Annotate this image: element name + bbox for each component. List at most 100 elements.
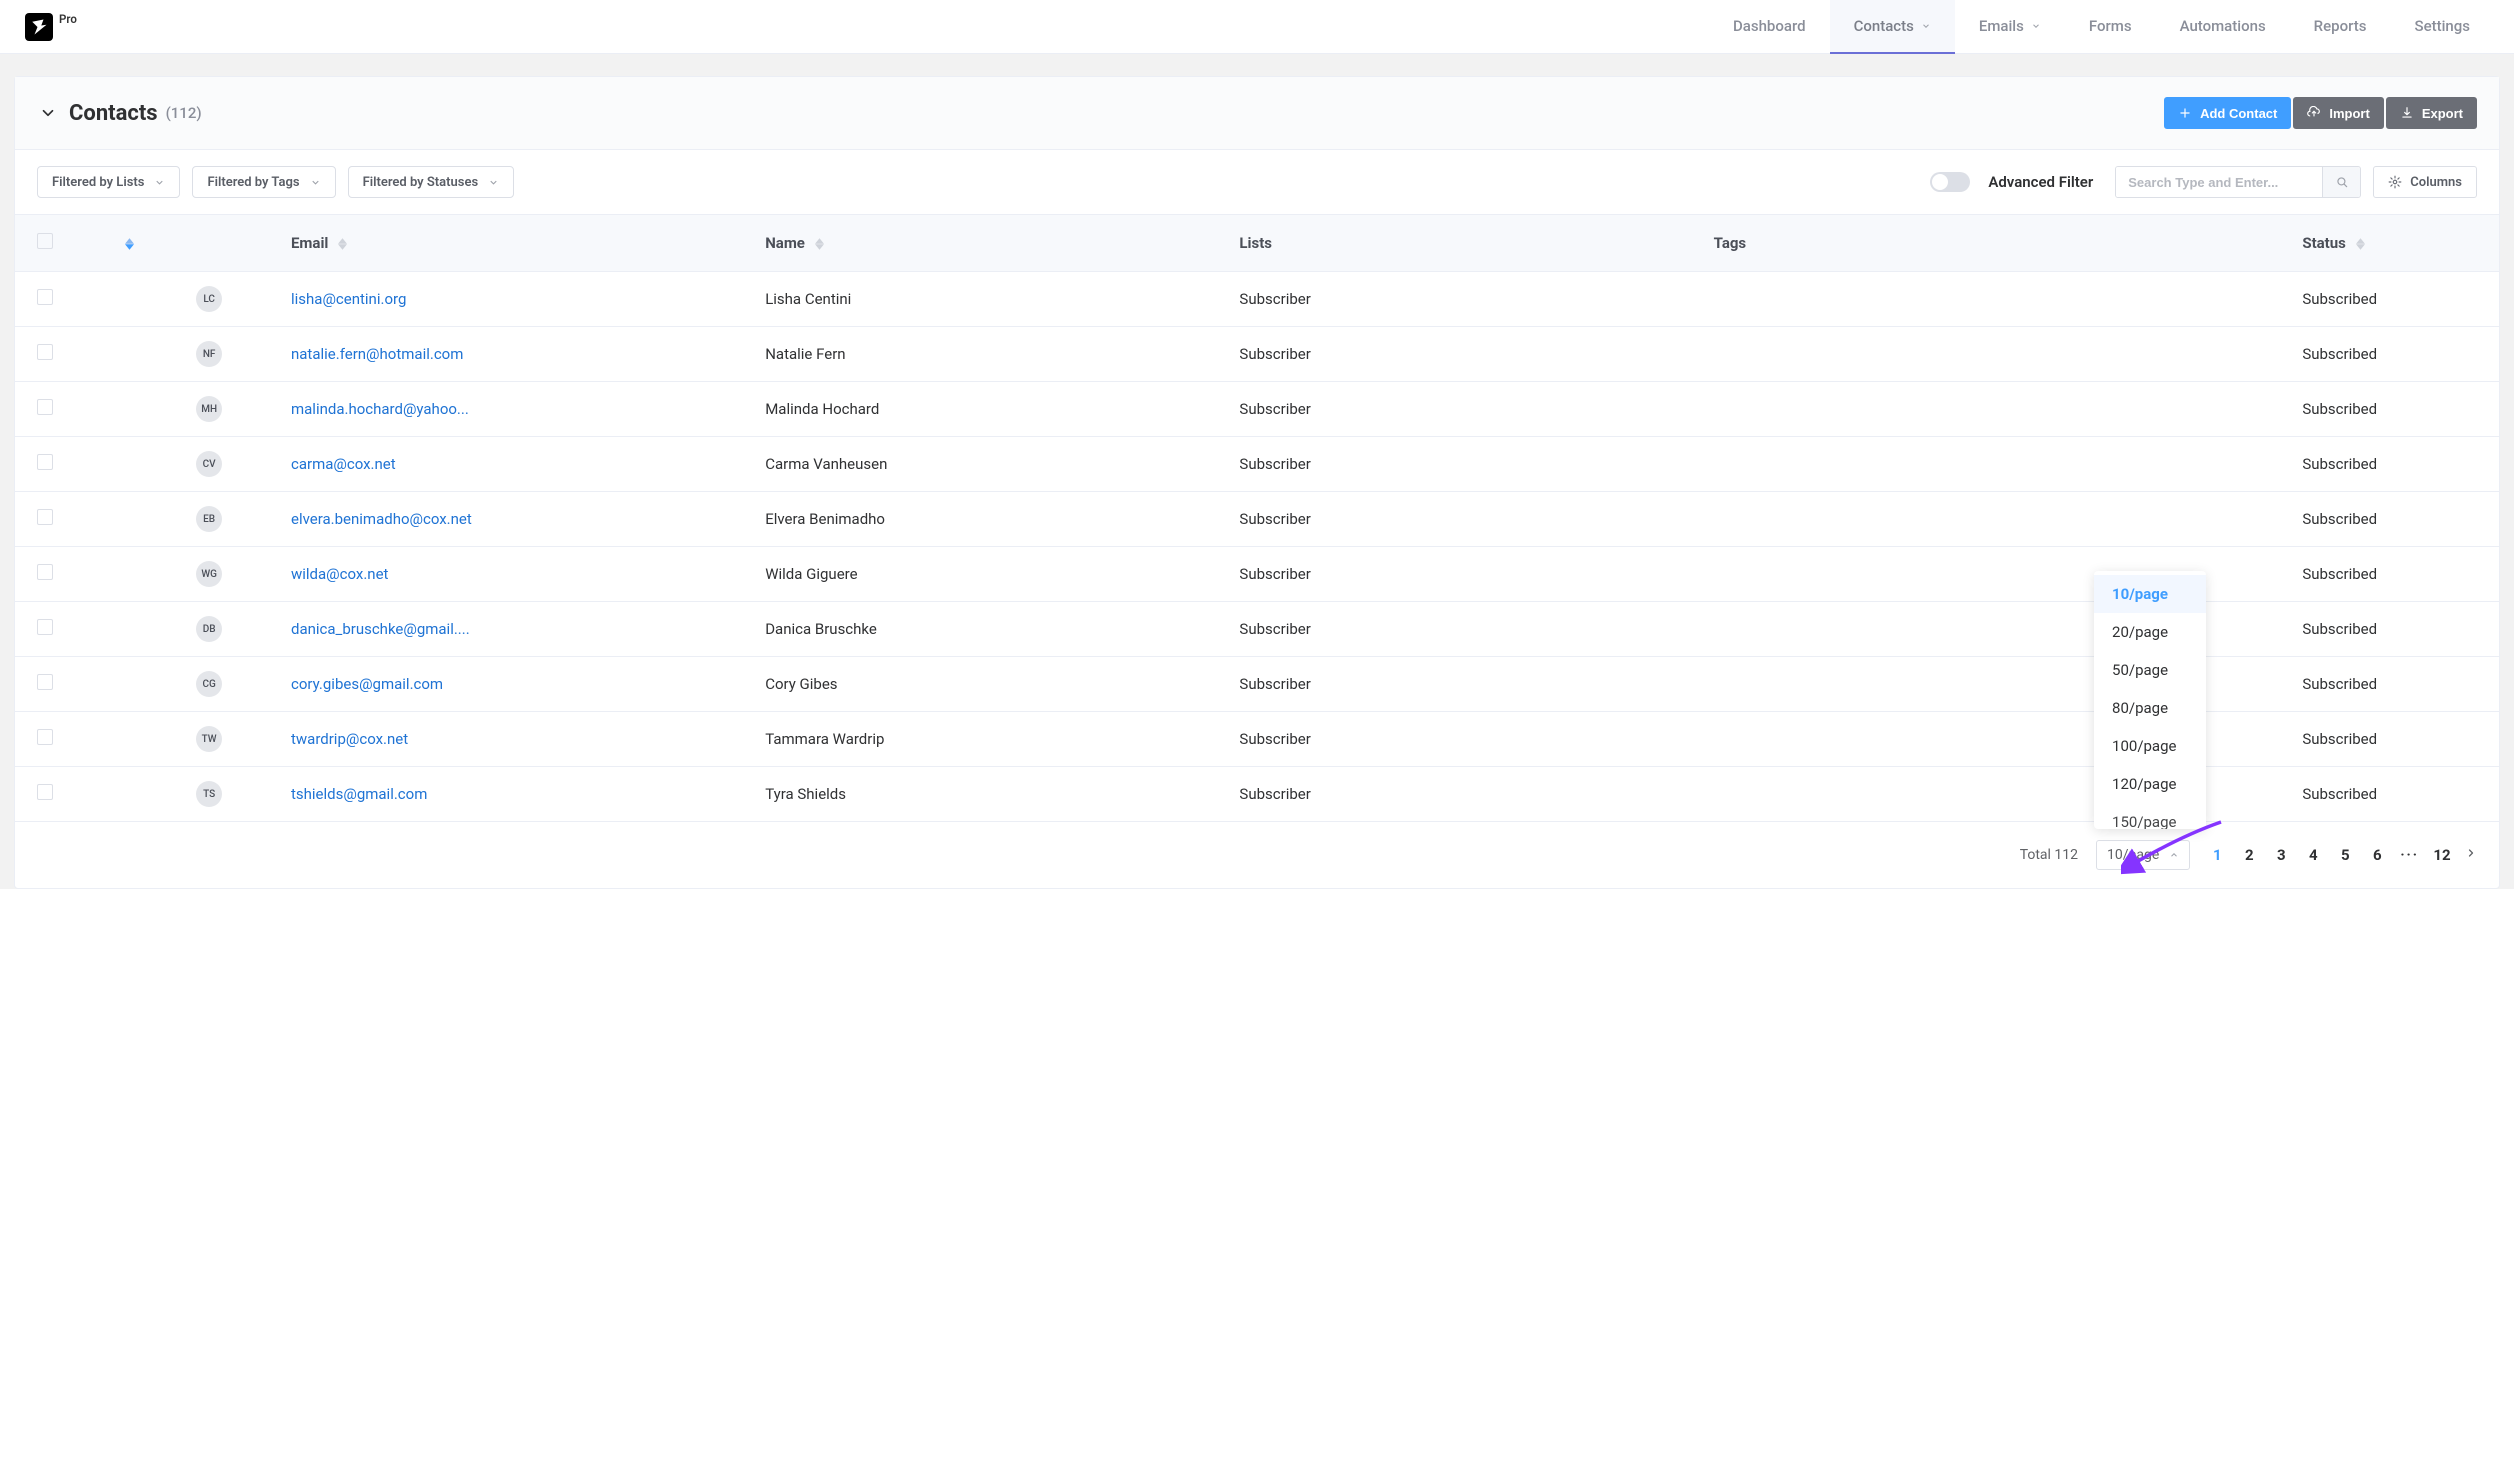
status-cell: Subscribed (2286, 437, 2499, 492)
tags-cell (1698, 382, 2287, 437)
filter-statuses[interactable]: Filtered by Statuses (348, 166, 515, 198)
import-button[interactable]: Import (2293, 97, 2383, 129)
row-checkbox[interactable] (37, 784, 53, 800)
logo-badge: Pro (59, 12, 77, 26)
row-checkbox[interactable] (37, 344, 53, 360)
lists-cell: Subscriber (1223, 657, 1697, 712)
lists-cell: Subscriber (1223, 272, 1697, 327)
name-cell: Lisha Centini (749, 272, 1223, 327)
nav-item-dashboard[interactable]: Dashboard (1709, 0, 1830, 54)
row-checkbox[interactable] (37, 674, 53, 690)
chevron-down-icon (488, 177, 499, 188)
email-link[interactable]: twardrip@cox.net (291, 730, 408, 748)
page-number[interactable]: 2 (2240, 846, 2258, 864)
sort-column[interactable] (103, 215, 180, 272)
column-status[interactable]: Status (2286, 215, 2499, 272)
chevron-down-icon (310, 177, 321, 188)
email-link[interactable]: natalie.fern@hotmail.com (291, 345, 463, 363)
page-number[interactable]: 6 (2368, 846, 2386, 864)
lists-cell: Subscriber (1223, 602, 1697, 657)
search-input[interactable] (2116, 167, 2322, 197)
row-checkbox[interactable] (37, 509, 53, 525)
row-checkbox[interactable] (37, 289, 53, 305)
header-actions: Add Contact Import Export (2164, 97, 2477, 129)
nav-item-emails[interactable]: Emails (1955, 0, 2065, 54)
page-size-option[interactable]: 120/page (2094, 765, 2206, 803)
status-cell: Subscribed (2286, 657, 2499, 712)
column-tags-label: Tags (1714, 234, 1747, 252)
name-cell: Elvera Benimadho (749, 492, 1223, 547)
chevron-right-icon (2465, 847, 2477, 859)
row-checkbox[interactable] (37, 399, 53, 415)
email-link[interactable]: carma@cox.net (291, 455, 396, 473)
tags-cell (1698, 437, 2287, 492)
name-cell: Danica Bruschke (749, 602, 1223, 657)
name-cell: Tammara Wardrip (749, 712, 1223, 767)
page-number[interactable]: 3 (2272, 846, 2290, 864)
columns-button[interactable]: Columns (2373, 166, 2477, 198)
column-name[interactable]: Name (749, 215, 1223, 272)
columns-label: Columns (2410, 175, 2462, 190)
filter-lists[interactable]: Filtered by Lists (37, 166, 180, 198)
page-size-option[interactable]: 50/page (2094, 651, 2206, 689)
page-size-option[interactable]: 20/page (2094, 613, 2206, 651)
column-email[interactable]: Email (275, 215, 749, 272)
row-checkbox[interactable] (37, 564, 53, 580)
nav-item-forms[interactable]: Forms (2065, 0, 2156, 54)
page-next[interactable] (2465, 847, 2477, 863)
advanced-filter-toggle[interactable] (1930, 172, 1970, 192)
table-row[interactable]: LC lisha@centini.org Lisha CentiniSubscrib… (15, 272, 2499, 327)
export-button[interactable]: Export (2386, 97, 2477, 129)
email-link[interactable]: elvera.benimadho@cox.net (291, 510, 472, 528)
page-size-selector[interactable]: 10/page 10/page20/page50/page80/page100/… (2096, 840, 2190, 870)
nav-item-settings[interactable]: Settings (2390, 0, 2494, 54)
avatar: EB (196, 506, 222, 532)
nav-item-automations[interactable]: Automations (2156, 0, 2290, 54)
export-label: Export (2422, 106, 2463, 121)
chevron-down-icon (154, 177, 165, 188)
table-row[interactable]: EB elvera.benimadho@cox.net Elvera Benimad… (15, 492, 2499, 547)
email-link[interactable]: lisha@centini.org (291, 290, 406, 308)
tags-cell (1698, 272, 2287, 327)
nav-item-label: Contacts (1854, 17, 1914, 35)
filter-lists-label: Filtered by Lists (52, 175, 144, 190)
page-number[interactable]: 1 (2208, 846, 2226, 864)
table-row[interactable]: CVcarma@cox.netCarma VanheusenSubscriber… (15, 437, 2499, 492)
page-ellipsis[interactable]: ··· (2400, 847, 2419, 863)
page-number-last[interactable]: 12 (2433, 846, 2451, 864)
email-link[interactable]: wilda@cox.net (291, 565, 388, 583)
email-link[interactable]: malinda.hochard@yahoo... (291, 400, 469, 418)
page-size-dropdown: 10/page20/page50/page80/page100/page120/… (2094, 571, 2206, 829)
contacts-card: Contacts (112) Add Contact Import Export (14, 76, 2500, 889)
add-contact-button[interactable]: Add Contact (2164, 97, 2291, 129)
collapse-toggle[interactable] (39, 104, 57, 122)
page-size-option[interactable]: 10/page (2094, 575, 2206, 613)
select-all-checkbox[interactable] (37, 233, 53, 249)
page-size-option[interactable]: 150/page (2094, 803, 2206, 829)
status-cell: Subscribed (2286, 492, 2499, 547)
filter-tags[interactable]: Filtered by Tags (192, 166, 335, 198)
total-label: Total 112 (2020, 847, 2078, 863)
status-cell: Subscribed (2286, 602, 2499, 657)
page-size-option[interactable]: 80/page (2094, 689, 2206, 727)
search-button[interactable] (2322, 167, 2360, 197)
logo[interactable]: Pro (25, 13, 77, 41)
lists-cell: Subscriber (1223, 547, 1697, 602)
email-link[interactable]: cory.gibes@gmail.com (291, 675, 443, 693)
nav-item-contacts[interactable]: Contacts (1830, 0, 1955, 54)
page-number[interactable]: 4 (2304, 846, 2322, 864)
row-checkbox[interactable] (37, 454, 53, 470)
row-checkbox[interactable] (37, 729, 53, 745)
email-link[interactable]: danica_bruschke@gmail.... (291, 620, 470, 638)
avatar: CV (196, 451, 222, 477)
table-row[interactable]: MHmalinda.hochard@yahoo...Malinda Hochar… (15, 382, 2499, 437)
filter-statuses-label: Filtered by Statuses (363, 175, 479, 190)
page-size-option[interactable]: 100/page (2094, 727, 2206, 765)
search-icon (2335, 175, 2349, 189)
page-number[interactable]: 5 (2336, 846, 2354, 864)
nav-item-reports[interactable]: Reports (2290, 0, 2391, 54)
email-link[interactable]: tshields@gmail.com (291, 785, 427, 803)
avatar: LC (196, 286, 222, 312)
row-checkbox[interactable] (37, 619, 53, 635)
table-row[interactable]: NFnatalie.fern@hotmail.comNatalie FernSu… (15, 327, 2499, 382)
